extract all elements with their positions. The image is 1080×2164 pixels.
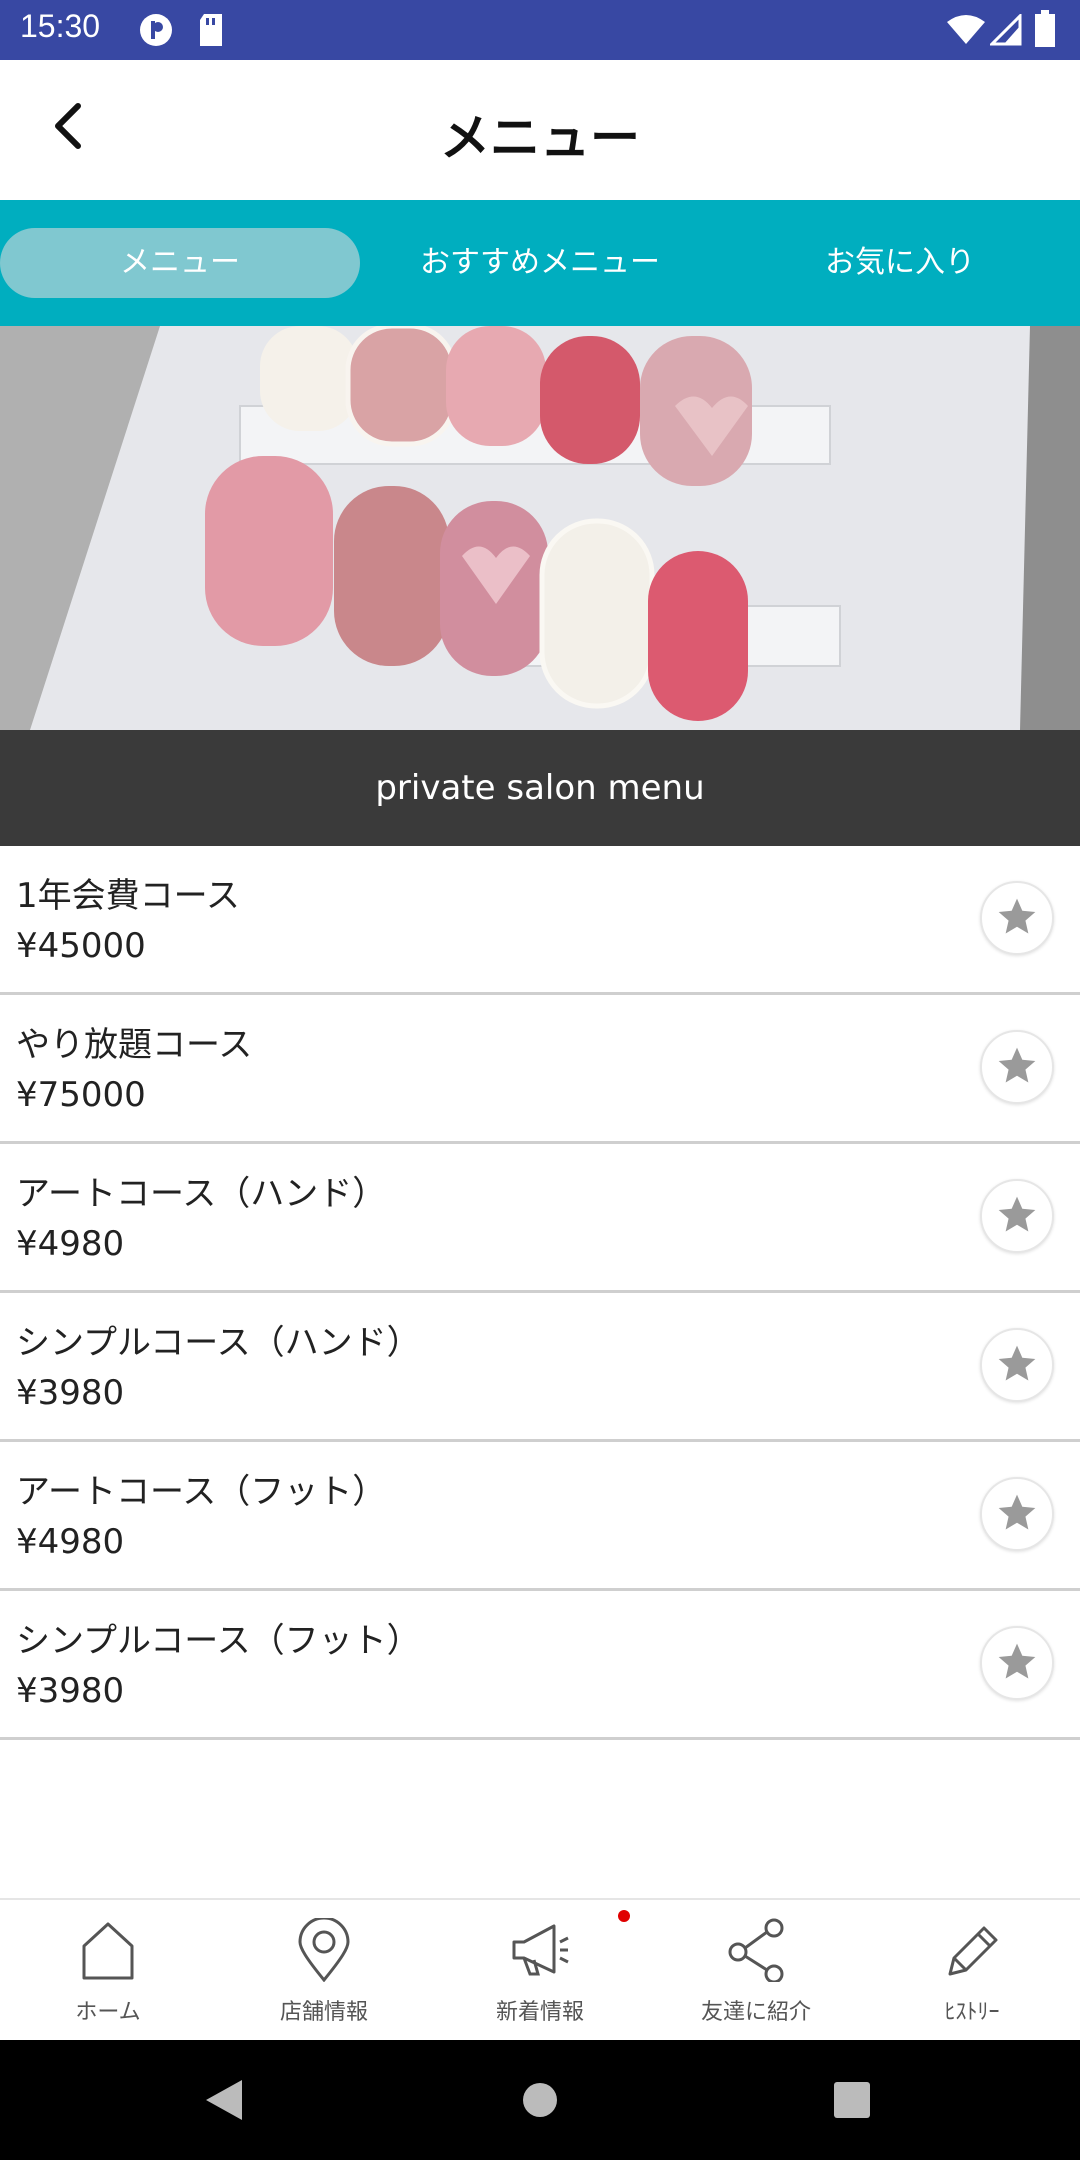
favorite-button[interactable] [980, 1030, 1054, 1104]
item-name: 1年会費コース [16, 876, 240, 916]
sd-card-icon [196, 12, 226, 52]
favorite-button[interactable] [980, 1626, 1054, 1700]
status-time: 15:30 [20, 8, 101, 44]
battery-icon [1034, 10, 1056, 52]
bottom-nav: ホーム 店舗情報 新着情報 友達に紹介 ﾋｽﾄﾘｰ [0, 1898, 1080, 2042]
star-icon [998, 1047, 1036, 1083]
app-notification-icon [138, 12, 174, 52]
tab-bar: メニュー おすすめメニュー お気に入り [0, 200, 1080, 326]
home-nav-icon[interactable] [523, 2083, 557, 2117]
item-price: ¥3980 [16, 1373, 125, 1413]
recents-nav-icon[interactable] [834, 2082, 870, 2118]
star-icon [998, 1345, 1036, 1381]
section-banner: private salon menu [0, 730, 1080, 846]
nav-label: 店舗情報 [279, 2000, 368, 2025]
item-price: ¥3980 [16, 1671, 125, 1711]
favorite-button[interactable] [980, 1328, 1054, 1402]
nav-label: 新着情報 [495, 2000, 584, 2025]
megaphone-icon [512, 1924, 569, 1976]
item-name: アートコース（フット） [16, 1472, 387, 1512]
back-nav-icon[interactable] [206, 2080, 242, 2120]
item-price: ¥4980 [16, 1224, 125, 1264]
item-name: シンプルコース（ハンド） [16, 1323, 421, 1363]
list-item[interactable]: やり放題コース ¥75000 [0, 995, 1080, 1144]
favorite-button[interactable] [980, 881, 1054, 955]
menu-list: 1年会費コース ¥45000 やり放題コース ¥75000 アートコース（ハンド… [0, 846, 1080, 1740]
status-bar: 15:30 [0, 0, 1080, 60]
wifi-icon [946, 14, 986, 50]
new-badge [618, 1910, 630, 1922]
page-title: メニュー [440, 109, 640, 167]
item-name: アートコース（ハンド） [16, 1174, 387, 1214]
tab-recommended-menu[interactable]: おすすめメニュー [360, 228, 720, 298]
nav-news[interactable]: 新着情報 [432, 1900, 648, 2042]
nav-store-info[interactable]: 店舗情報 [216, 1900, 432, 2042]
system-nav-bar [0, 2040, 1080, 2160]
favorite-button[interactable] [980, 1477, 1054, 1551]
nav-label: ホーム [75, 2000, 141, 2025]
tab-menu[interactable]: メニュー [0, 228, 360, 298]
tab-favorites[interactable]: お気に入り [720, 228, 1080, 298]
item-name: やり放題コース [16, 1025, 253, 1065]
hero-image [0, 326, 1080, 730]
nav-home[interactable]: ホーム [0, 1900, 216, 2042]
nav-label: ﾋｽﾄﾘｰ [944, 2000, 1000, 2025]
share-icon [728, 1918, 784, 1982]
item-name: シンプルコース（フット） [16, 1621, 421, 1661]
app-bar: メニュー [0, 60, 1080, 200]
list-item[interactable]: アートコース（フット） ¥4980 [0, 1442, 1080, 1591]
item-price: ¥45000 [16, 926, 146, 966]
signal-icon [988, 12, 1022, 50]
home-icon [82, 1922, 134, 1980]
star-icon [998, 1196, 1036, 1232]
nav-label: 友達に紹介 [700, 2000, 811, 2025]
item-price: ¥4980 [16, 1522, 125, 1562]
item-price: ¥75000 [16, 1075, 146, 1115]
location-pin-icon [298, 1918, 350, 1982]
list-item[interactable]: アートコース（ハンド） ¥4980 [0, 1144, 1080, 1293]
pencil-icon [948, 1926, 998, 1976]
nav-history[interactable]: ﾋｽﾄﾘｰ [864, 1900, 1080, 2042]
favorite-button[interactable] [980, 1179, 1054, 1253]
list-item[interactable]: シンプルコース（ハンド） ¥3980 [0, 1293, 1080, 1442]
star-icon [998, 1643, 1036, 1679]
nav-refer-friend[interactable]: 友達に紹介 [648, 1900, 864, 2042]
list-item[interactable]: シンプルコース（フット） ¥3980 [0, 1591, 1080, 1740]
star-icon [998, 1494, 1036, 1530]
list-item[interactable]: 1年会費コース ¥45000 [0, 846, 1080, 995]
star-icon [998, 898, 1036, 934]
